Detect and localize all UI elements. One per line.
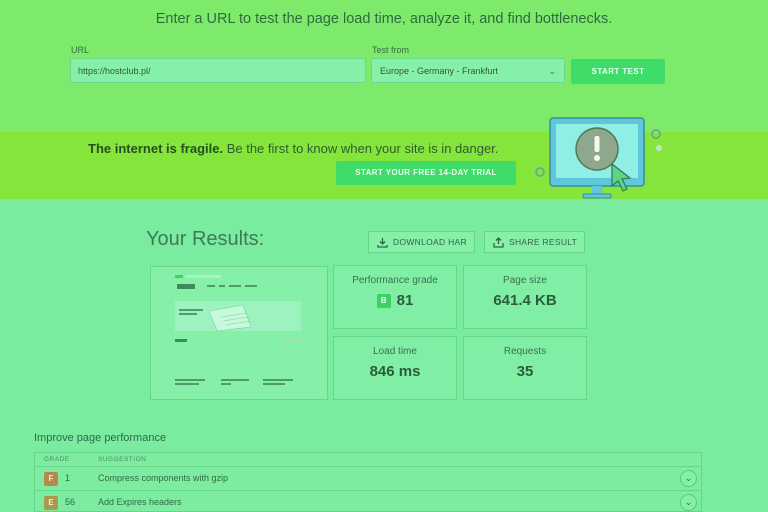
- requests-label: Requests: [503, 346, 547, 357]
- share-result-button[interactable]: SHARE RESULT: [484, 231, 585, 253]
- test-from-label: Test from: [372, 45, 410, 55]
- chevron-down-icon: ⌄: [548, 66, 556, 76]
- requests-value: 35: [516, 363, 534, 380]
- grade-badge: E: [44, 496, 58, 510]
- suggestion-text: Compress components with gzip: [98, 473, 229, 483]
- url-input[interactable]: [70, 58, 366, 83]
- download-har-label: DOWNLOAD HAR: [393, 237, 467, 247]
- suggestion-column-header: SUGGESTION: [98, 456, 147, 463]
- hero-title: Enter a URL to test the page load time, …: [155, 11, 613, 27]
- download-icon: [377, 238, 388, 248]
- url-label: URL: [71, 45, 90, 55]
- share-result-label: SHARE RESULT: [509, 237, 578, 247]
- share-icon: [493, 237, 504, 248]
- chevron-down-icon[interactable]: ⌄: [680, 470, 697, 487]
- page-size-label: Page size: [503, 275, 547, 286]
- grade-score: 1: [65, 473, 71, 483]
- download-har-button[interactable]: DOWNLOAD HAR: [368, 231, 475, 253]
- monitor-alert-illustration: [535, 117, 662, 199]
- load-time-value: 846 ms: [369, 363, 421, 380]
- promo-text: The internet is fragile. Be the first to…: [88, 141, 498, 156]
- load-time-label: Load time: [373, 346, 417, 357]
- test-location-select[interactable]: Europe - Germany - Frankfurt ⌄: [371, 58, 565, 83]
- start-test-button[interactable]: START TEST: [571, 59, 665, 84]
- requests-card: Requests 35: [463, 336, 587, 400]
- results-title: Your Results:: [146, 228, 265, 250]
- grade-badge: F: [44, 472, 58, 486]
- performance-grade-card: Performance grade B 81: [333, 265, 457, 329]
- site-preview-image: [175, 275, 301, 385]
- performance-grade-value: 81: [396, 292, 414, 309]
- table-row[interactable]: F 1 Compress components with gzip ⌄: [35, 466, 701, 490]
- load-time-card: Load time 846 ms: [333, 336, 457, 400]
- start-trial-button[interactable]: START YOUR FREE 14-DAY TRIAL: [336, 161, 516, 185]
- performance-grade-label: Performance grade: [352, 275, 438, 286]
- promo-rest-text: Be the first to know when your site is i…: [223, 141, 499, 156]
- improve-performance-title: Improve page performance: [34, 432, 167, 444]
- test-location-value: Europe - Germany - Frankfurt: [380, 66, 499, 76]
- grade-score: 56: [65, 497, 76, 507]
- page-size-value: 641.4 KB: [493, 292, 557, 309]
- page-size-card: Page size 641.4 KB: [463, 265, 587, 329]
- promo-bold-text: The internet is fragile.: [88, 141, 224, 156]
- chevron-down-icon[interactable]: ⌄: [680, 494, 697, 511]
- grade-badge: B: [376, 294, 391, 308]
- page-screenshot-thumbnail: [150, 266, 328, 400]
- grade-column-header: GRADE: [44, 456, 70, 463]
- suggestion-text: Add Expires headers: [98, 497, 182, 507]
- table-row[interactable]: E 56 Add Expires headers ⌄: [35, 490, 701, 512]
